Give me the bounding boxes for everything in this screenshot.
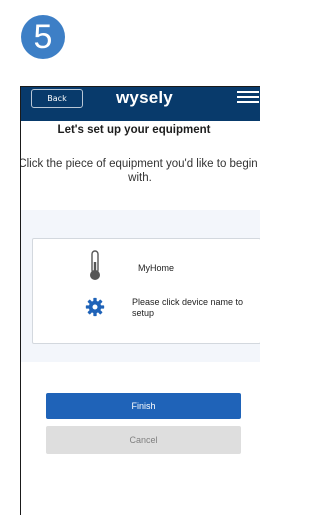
device-setup-hint: Please click device name to setup [132, 297, 244, 318]
instruction-line-1: Click the piece of equipment you'd like … [20, 158, 258, 170]
gear-icon [85, 297, 105, 317]
thermometer-icon [90, 250, 100, 280]
step-number-badge: 5 [21, 15, 65, 59]
cancel-button[interactable]: Cancel [46, 426, 241, 454]
equipment-panel: MyHome Please click device name to setup [21, 210, 260, 362]
finish-button[interactable]: Finish [46, 393, 241, 419]
instruction-line-2: with. [128, 172, 152, 184]
app-header: Back wysely [21, 87, 260, 121]
page-title: Let's set up your equipment [57, 124, 211, 136]
device-name-link[interactable]: MyHome [138, 263, 174, 273]
setup-instruction: Click the piece of equipment you'd like … [20, 157, 260, 185]
device-card[interactable]: MyHome Please click device name to setup [32, 238, 260, 344]
back-button[interactable]: Back [31, 89, 83, 108]
hamburger-menu-icon[interactable] [237, 91, 260, 105]
brand-logo: wysely [116, 88, 173, 107]
step-number: 5 [33, 18, 53, 56]
phone-frame: Back wysely Let's set up your equipment … [20, 86, 260, 515]
